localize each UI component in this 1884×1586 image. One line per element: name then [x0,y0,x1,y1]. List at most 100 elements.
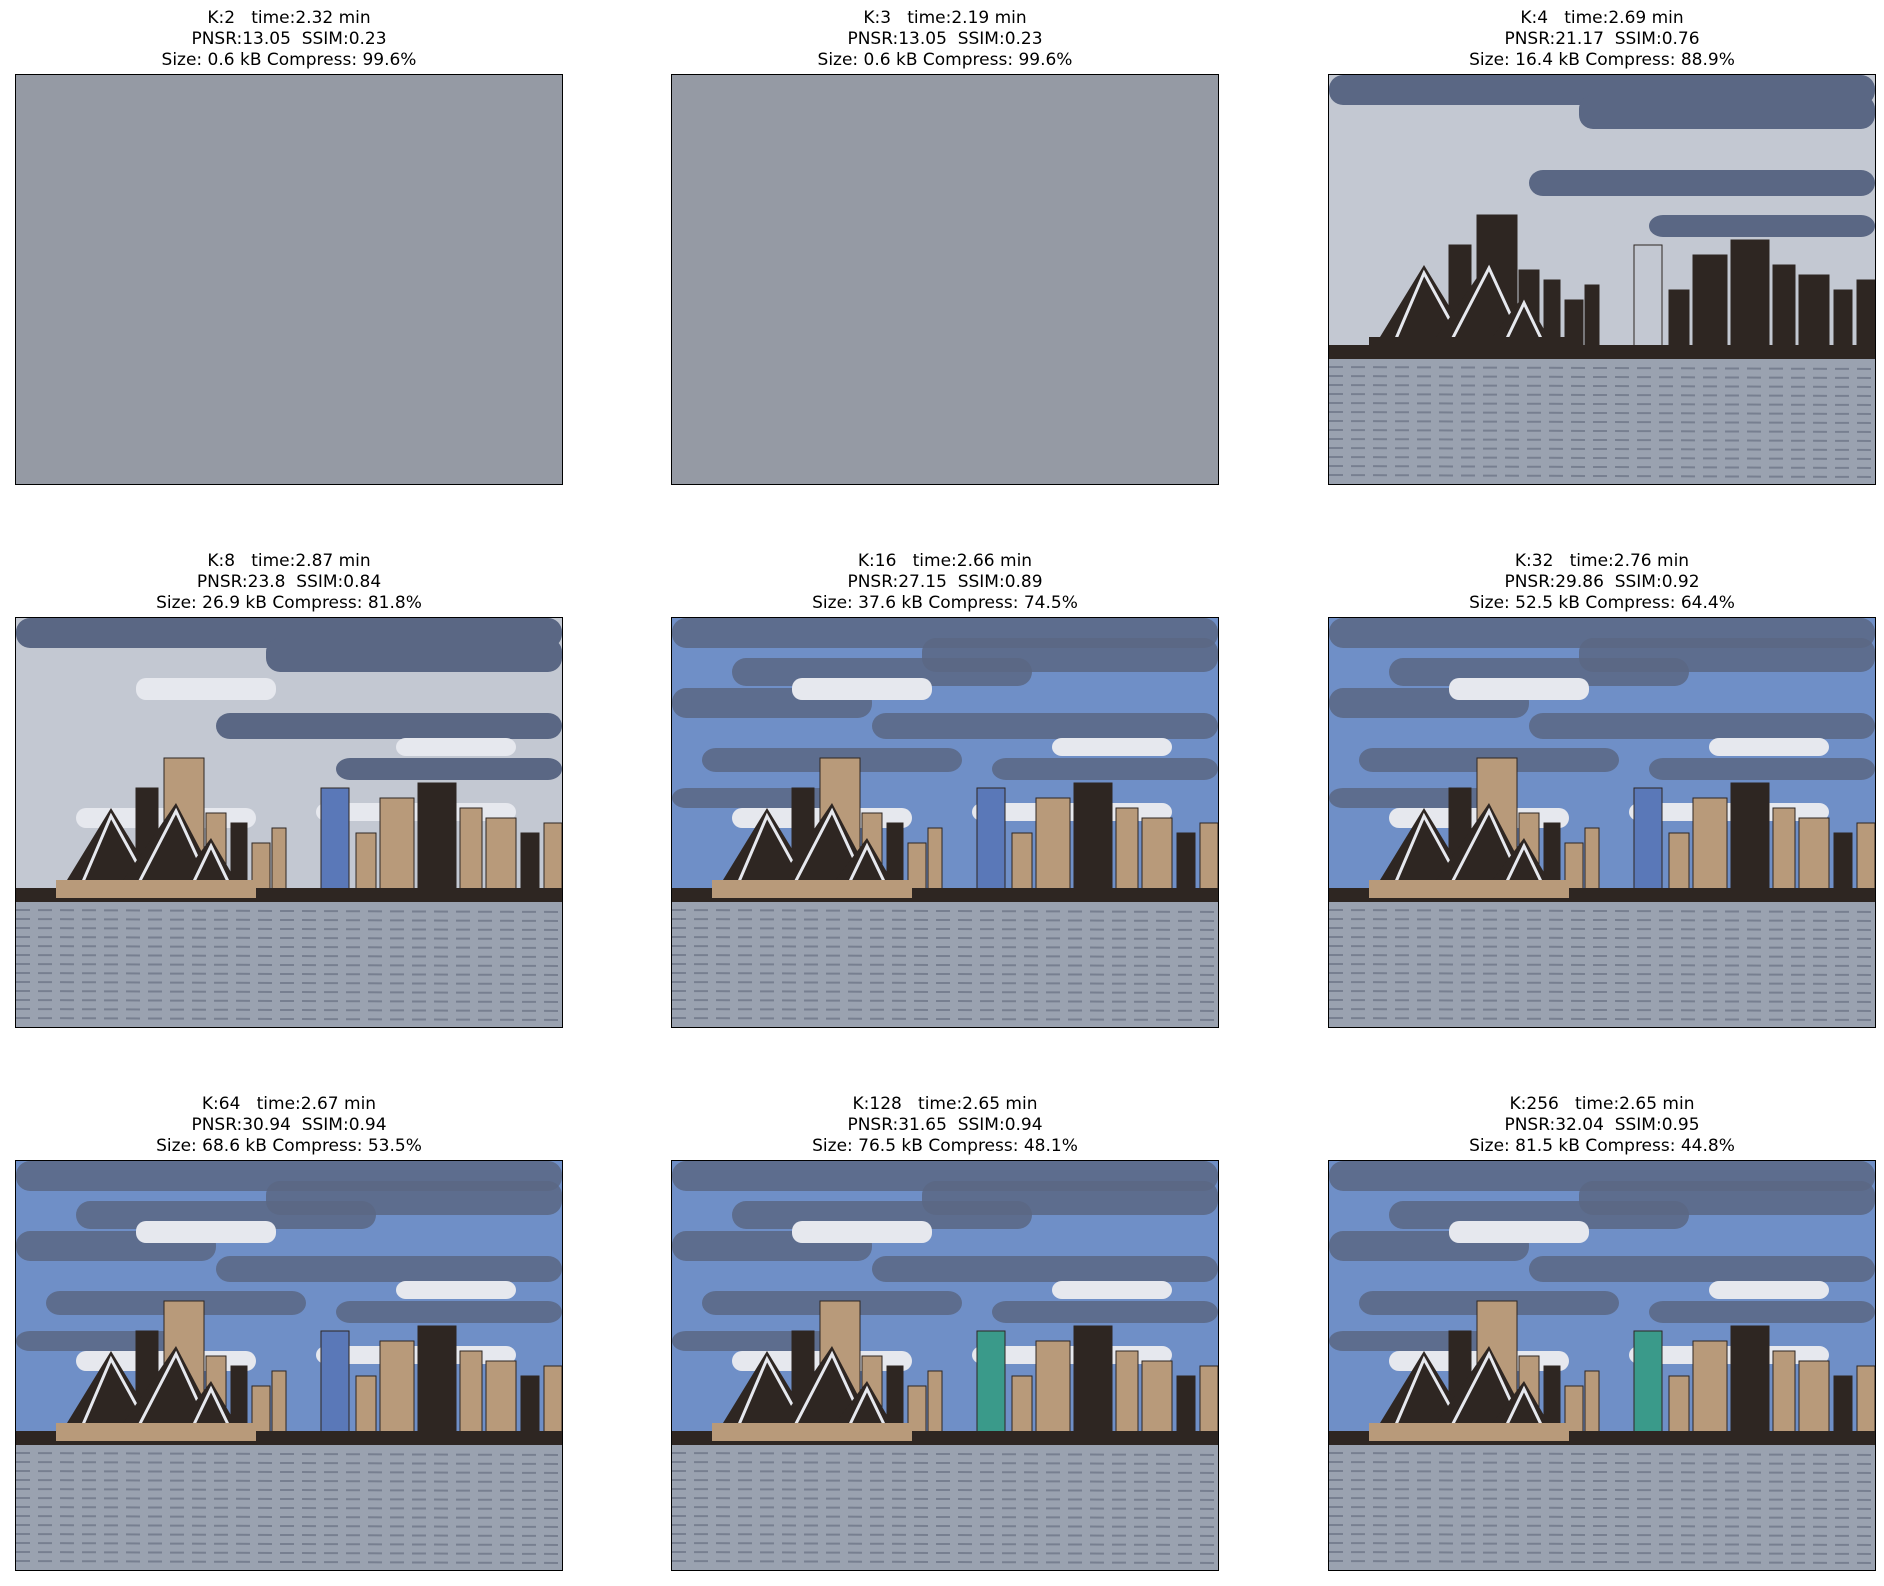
caption-line-pnsr-ssim: PNSR:23.8 SSIM:0.84 [196,572,382,592]
cloud-band [872,1256,1218,1282]
building [1798,1360,1830,1442]
cloud-band [1649,215,1875,237]
cloud-band [1329,1331,1499,1351]
quantized-image [15,617,563,1028]
building [485,817,517,899]
building [927,1370,943,1442]
building [1730,1325,1770,1442]
caption-line-k-time: K:16 time:2.66 min [857,551,1033,571]
quantized-image [1328,74,1876,485]
building [1856,822,1875,899]
cloud-highlight [1052,1281,1172,1299]
cloud-band [1579,1181,1875,1215]
building [1692,1340,1728,1442]
building [1584,284,1600,356]
building [1141,817,1173,899]
skyline-image [16,1161,562,1570]
caption-line-k-time: K:64 time:2.67 min [201,1094,377,1114]
skyline-image [1329,618,1875,1027]
cloud-band [216,1256,562,1282]
building [976,787,1006,899]
panel-caption: K:16 time:2.66 min PNSR:27.15 SSIM:0.89 Si… [671,551,1219,614]
opera-base [712,1423,912,1441]
skyline-image [672,618,1218,1027]
building [1856,1365,1875,1442]
cloud-band [672,1331,842,1351]
quantized-image [671,617,1219,1028]
caption-line-size-compress: Size: 16.4 kB Compress: 88.9% [1469,50,1735,70]
building [927,827,943,899]
opera-base [1369,1423,1569,1441]
cloud-band [922,1181,1218,1215]
quantized-image [671,1160,1219,1571]
panel-caption: K:64 time:2.67 min PNSR:30.94 SSIM:0.94 Si… [15,1094,563,1157]
opera-base [56,880,256,898]
cloud-band [216,713,562,739]
building [417,1325,457,1442]
building [1633,244,1663,356]
panel-caption: K:128 time:2.65 min PNSR:31.65 SSIM:0.94 S… [671,1094,1219,1157]
cloud-band [1529,1256,1875,1282]
quantized-image [671,74,1219,485]
building [1141,1360,1173,1442]
panel-caption: K:256 time:2.65 min PNSR:32.04 SSIM:0.95 S… [1328,1094,1876,1157]
building [1035,797,1071,899]
cloud-highlight [136,1221,276,1243]
building [1584,1370,1600,1442]
cloud-band [1579,638,1875,672]
cloud-band [1329,245,1499,265]
skyline-image [672,75,1218,484]
caption-line-size-compress: Size: 37.6 kB Compress: 74.5% [812,593,1078,613]
skyline-image [16,618,562,1027]
cloud-highlight [136,678,276,700]
cloud-band [336,758,562,780]
cloud-highlight [1449,678,1589,700]
caption-line-pnsr-ssim: PNSR:13.05 SSIM:0.23 [847,29,1043,49]
caption-line-k-time: K:32 time:2.76 min [1514,551,1690,571]
building [271,1370,287,1442]
cloud-band [336,1301,562,1323]
caption-line-pnsr-ssim: PNSR:27.15 SSIM:0.89 [847,572,1043,592]
cloud-band [1329,145,1529,175]
cloud-highlight [792,1221,932,1243]
cloud-band [16,1331,186,1351]
building [1633,787,1663,899]
skyline-image [1329,1161,1875,1570]
caption-line-k-time: K:8 time:2.87 min [207,551,371,571]
cloud-band [1649,758,1875,780]
quantized-image [1328,1160,1876,1571]
cloud-band [1579,95,1875,129]
flat-gray-fill [672,75,1218,484]
cloud-highlight [396,1281,516,1299]
caption-line-k-time: K:2 time:2.32 min [207,8,371,28]
building [1772,807,1796,899]
building [1798,817,1830,899]
building [1073,782,1113,899]
cloud-highlight [1449,1221,1589,1243]
caption-line-k-time: K:4 time:2.69 min [1520,8,1684,28]
building [543,822,562,899]
caption-line-pnsr-ssim: PNSR:31.65 SSIM:0.94 [847,1115,1043,1135]
cloud-band [266,1181,562,1215]
building [1692,254,1728,356]
caption-line-pnsr-ssim: PNSR:29.86 SSIM:0.92 [1504,572,1700,592]
cloud-band [16,788,186,808]
building [320,1330,350,1442]
quantized-image [15,74,563,485]
skyline-image [16,75,562,484]
building [1073,1325,1113,1442]
cloud-band [1529,713,1875,739]
cloud-band [1529,170,1875,196]
caption-line-size-compress: Size: 0.6 kB Compress: 99.6% [161,50,417,70]
opera-base [56,1423,256,1441]
cloud-band [922,638,1218,672]
skyline-image [672,1161,1218,1570]
caption-line-pnsr-ssim: PNSR:13.05 SSIM:0.23 [191,29,387,49]
caption-line-k-time: K:256 time:2.65 min [1509,1094,1695,1114]
building [1035,1340,1071,1442]
caption-line-size-compress: Size: 68.6 kB Compress: 53.5% [156,1136,422,1156]
flat-gray-fill [16,75,562,484]
building [271,827,287,899]
building [320,787,350,899]
opera-base [1369,880,1569,898]
